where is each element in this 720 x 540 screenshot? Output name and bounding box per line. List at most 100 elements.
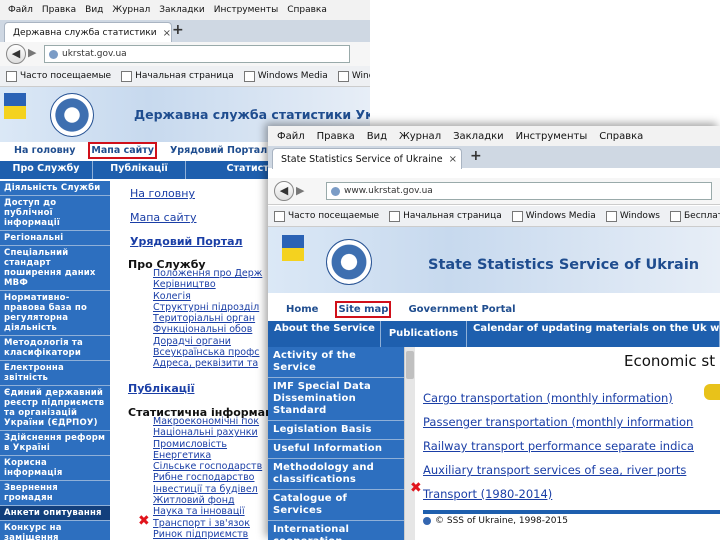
menu-item[interactable]: Справка bbox=[599, 131, 643, 142]
statinfo-link[interactable]: Ринок підприємств bbox=[153, 529, 262, 540]
mainnav-about[interactable]: Про Службу bbox=[0, 161, 93, 179]
sidebar-scrollbar[interactable] bbox=[404, 347, 415, 540]
menu-item[interactable]: Инструменты bbox=[214, 5, 278, 15]
bookmark-item[interactable]: Windows bbox=[337, 70, 370, 82]
forward-icon[interactable]: ▶ bbox=[28, 46, 36, 59]
sidebar-item[interactable]: Legislation Basis bbox=[268, 421, 404, 440]
about-link[interactable]: Дорадчі органи bbox=[153, 336, 262, 347]
sidebar-item[interactable]: Електронна звітність bbox=[0, 361, 110, 386]
bookmark-item[interactable]: Часто посещаемые bbox=[274, 210, 379, 222]
close-tab-icon[interactable]: × bbox=[163, 28, 171, 39]
link-publications[interactable]: Публікації bbox=[128, 382, 194, 395]
sidebar-item[interactable]: Useful Information bbox=[268, 440, 404, 459]
statinfo-link[interactable]: Макроекономічні пок bbox=[153, 416, 262, 427]
sidebar-item[interactable]: IMF Special Data Dissemination Standard bbox=[268, 378, 404, 421]
nav-home[interactable]: Home bbox=[286, 304, 318, 315]
back-icon[interactable]: ◀ bbox=[274, 181, 294, 201]
menu-item[interactable]: Закладки bbox=[159, 5, 205, 15]
link-home[interactable]: На головну bbox=[130, 187, 195, 200]
nav-home[interactable]: На головну bbox=[14, 145, 75, 156]
bookmark-icon bbox=[337, 70, 349, 82]
menu-item[interactable]: Инструменты bbox=[516, 131, 588, 142]
content-link[interactable]: Cargo transportation (monthly informatio… bbox=[423, 386, 694, 410]
statinfo-link[interactable]: Житловий фонд bbox=[153, 495, 262, 506]
about-link[interactable]: Адреса, реквізити та bbox=[153, 358, 262, 369]
content-link[interactable]: Transport (1980-2014) bbox=[423, 482, 694, 506]
sidebar-item[interactable]: Activity of the Service bbox=[268, 347, 404, 378]
sidebar-item[interactable]: International cooperation bbox=[268, 521, 404, 540]
menu-item[interactable]: Закладки bbox=[453, 131, 504, 142]
back-icon[interactable]: ◀ bbox=[6, 44, 26, 64]
sidebar-item[interactable]: Регіональні bbox=[0, 231, 110, 246]
link-sitemap[interactable]: Мапа сайту bbox=[130, 211, 197, 224]
nav-portal[interactable]: Урядовий Портал bbox=[170, 145, 267, 156]
nav-portal[interactable]: Government Portal bbox=[408, 304, 515, 315]
mainnav-calendar[interactable]: Calendar of updating materials on the Uk… bbox=[467, 321, 720, 347]
statinfo-link[interactable]: Рибне господарство bbox=[153, 472, 262, 483]
statinfo-link[interactable]: Національні рахунки bbox=[153, 427, 262, 438]
sidebar-item[interactable]: Звернення громадян bbox=[0, 481, 110, 506]
bookmark-item[interactable]: Windows Media bbox=[243, 70, 328, 82]
sidebar-item[interactable]: Діяльність Служби bbox=[0, 181, 110, 196]
forward-icon[interactable]: ▶ bbox=[296, 184, 304, 197]
about-link[interactable]: Структурні підрозділ bbox=[153, 302, 262, 313]
menu-item[interactable]: Файл bbox=[277, 131, 305, 142]
sidebar-item[interactable]: Корисна інформація bbox=[0, 456, 110, 481]
new-tab-icon[interactable]: + bbox=[172, 22, 184, 38]
content-link[interactable]: Passenger transportation (monthly inform… bbox=[423, 410, 694, 434]
bookmark-item[interactable]: Бесплатная bbox=[670, 210, 720, 222]
menu-item[interactable]: Журнал bbox=[112, 5, 150, 15]
bookmark-item[interactable]: Windows bbox=[605, 210, 660, 222]
content-link[interactable]: Railway transport performance separate i… bbox=[423, 434, 694, 458]
content-link[interactable]: Auxiliary transport services of sea, riv… bbox=[423, 458, 694, 482]
mainnav-publications[interactable]: Публікації bbox=[93, 161, 186, 179]
bookmark-item[interactable]: Windows Media bbox=[511, 210, 596, 222]
sidebar-item[interactable]: Доступ до публічної інформації bbox=[0, 196, 110, 231]
statinfo-link[interactable]: Енергетика bbox=[153, 450, 262, 461]
mainnav-about[interactable]: About the Service bbox=[268, 321, 381, 347]
menu-item[interactable]: Файл bbox=[8, 5, 33, 15]
link-portal[interactable]: Урядовий Портал bbox=[130, 235, 243, 248]
sidebar-item[interactable]: Нормативно-правова база по регуляторна д… bbox=[0, 291, 110, 336]
browser-tab[interactable]: State Statistics Service of Ukraine × bbox=[272, 148, 462, 169]
statinfo-link[interactable]: Промисловість bbox=[153, 439, 262, 450]
bookmark-item[interactable]: Начальная страница bbox=[389, 210, 502, 222]
about-link[interactable]: Територіальні орган bbox=[153, 313, 262, 324]
browser-tab[interactable]: Державна служба статистики × bbox=[4, 22, 172, 43]
statinfo-link[interactable]: Сільське господарств bbox=[153, 461, 262, 472]
sidebar-item[interactable]: Спеціальний стандарт поширення даних МВФ bbox=[0, 246, 110, 291]
sidebar-item[interactable]: Єдиний державний реєстр підприємств та о… bbox=[0, 386, 110, 431]
close-tab-icon[interactable]: × bbox=[449, 154, 457, 165]
bookmark-icon bbox=[243, 70, 255, 82]
bookmark-item[interactable]: Часто посещаемые bbox=[6, 70, 111, 82]
statinfo-link[interactable]: Транспорт і зв'язок bbox=[153, 518, 262, 529]
bookmarks-bar: Часто посещаемые Начальная страница Window… bbox=[0, 66, 370, 87]
menu-item[interactable]: Вид bbox=[85, 5, 103, 15]
bookmark-item[interactable]: Начальная страница bbox=[121, 70, 234, 82]
sidebar-item[interactable]: Анкети опитування bbox=[0, 506, 110, 521]
nav-sitemap[interactable]: Site map bbox=[335, 301, 392, 318]
address-bar[interactable]: www.ukrstat.gov.ua bbox=[326, 182, 712, 200]
sidebar-item[interactable]: Конкурс на заміщення вакантних посад bbox=[0, 521, 110, 540]
sidebar-item[interactable]: Методологія та класифікатори bbox=[0, 336, 110, 361]
menu-item[interactable]: Журнал bbox=[399, 131, 441, 142]
sidebar-item[interactable]: Methodology and classifications bbox=[268, 459, 404, 490]
new-tab-icon[interactable]: + bbox=[470, 148, 482, 164]
nav-sitemap[interactable]: Мапа сайту bbox=[88, 142, 157, 159]
about-link[interactable]: Положення про Держ bbox=[153, 268, 262, 279]
sidebar-item[interactable]: Здійснення реформ в Україні bbox=[0, 431, 110, 456]
mainnav-publications[interactable]: Publications bbox=[381, 321, 467, 347]
scroll-thumb[interactable] bbox=[406, 351, 414, 379]
menu-item[interactable]: Правка bbox=[42, 5, 76, 15]
about-link[interactable]: Керівництво bbox=[153, 279, 262, 290]
menu-item[interactable]: Правка bbox=[317, 131, 355, 142]
about-link[interactable]: Функціональні обов bbox=[153, 324, 262, 335]
menu-item[interactable]: Вид bbox=[367, 131, 387, 142]
about-link[interactable]: Колегія bbox=[153, 291, 262, 302]
address-bar[interactable]: ukrstat.gov.ua bbox=[44, 45, 350, 63]
about-link[interactable]: Всеукраїнська профс bbox=[153, 347, 262, 358]
sidebar-item[interactable]: Catalogue of Services bbox=[268, 490, 404, 521]
statinfo-link[interactable]: Наука та інновації bbox=[153, 506, 262, 517]
statinfo-link[interactable]: Інвестиції та будівел bbox=[153, 484, 262, 495]
menu-item[interactable]: Справка bbox=[287, 5, 327, 15]
